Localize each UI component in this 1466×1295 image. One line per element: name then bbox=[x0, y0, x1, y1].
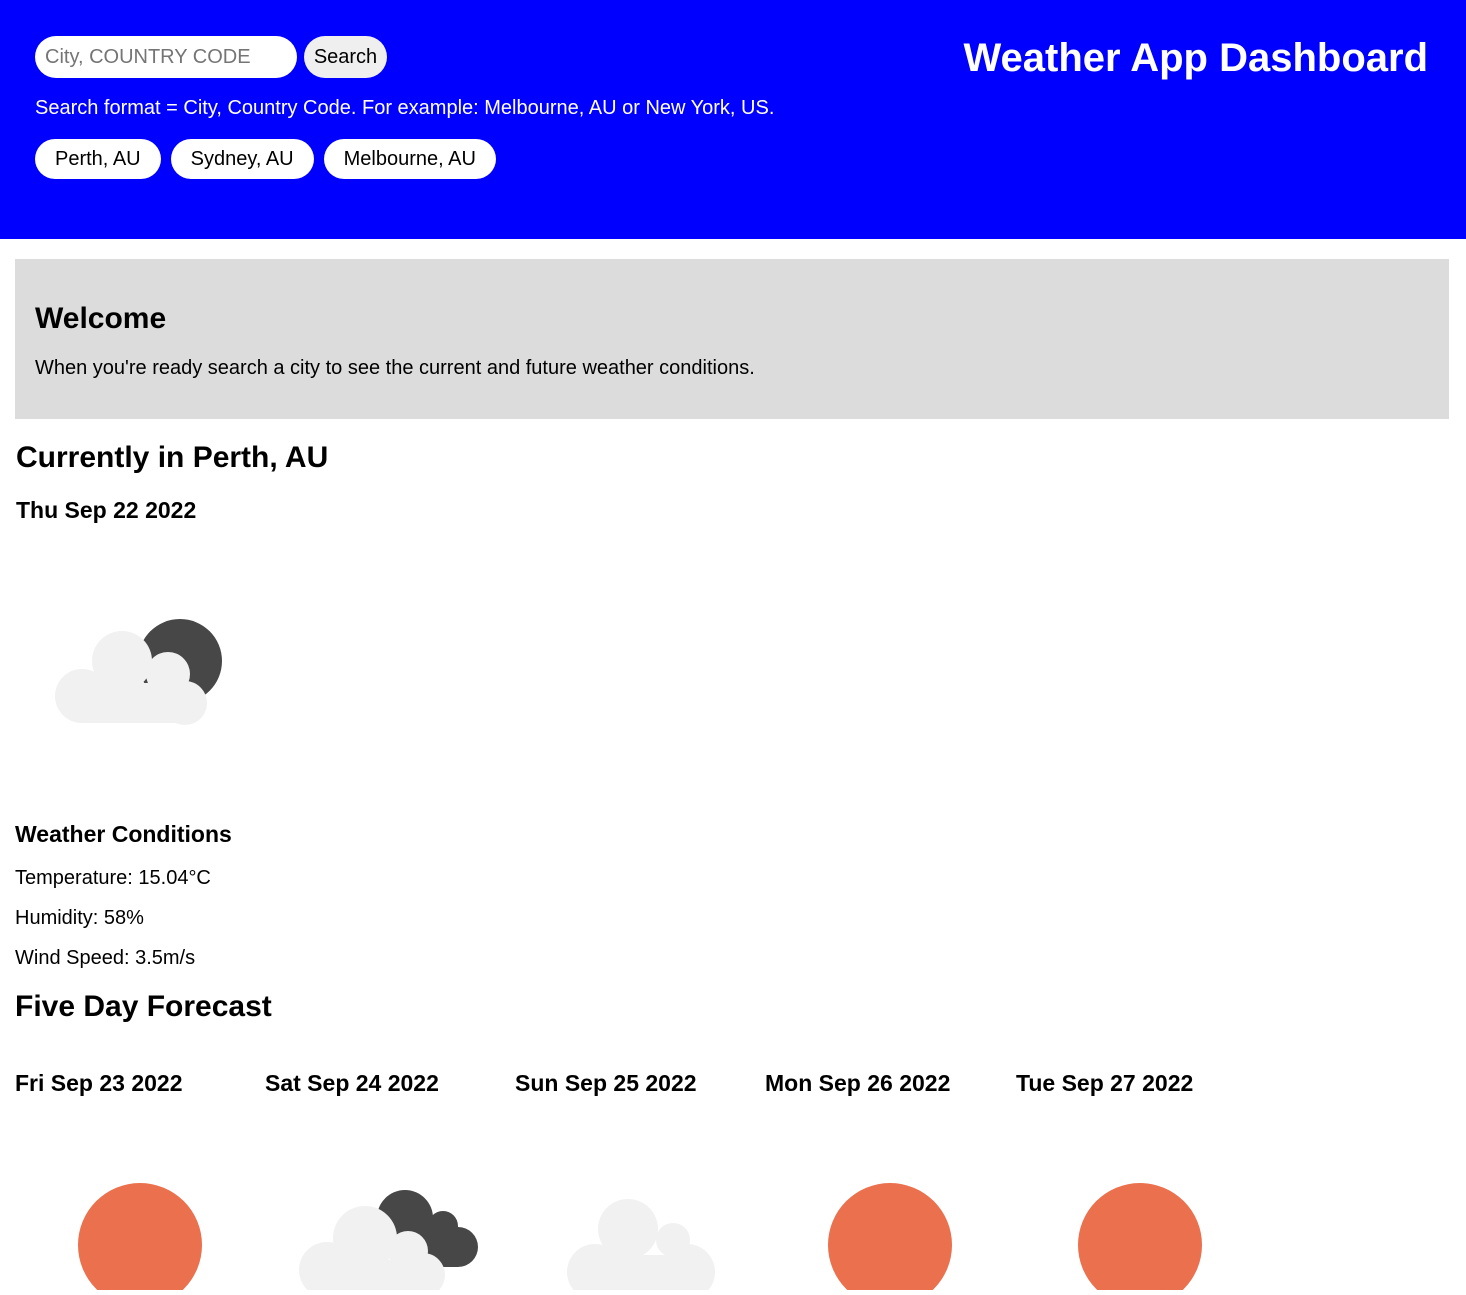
history-button-sydney[interactable]: Sydney, AU bbox=[170, 139, 314, 179]
sun-icon bbox=[15, 1170, 255, 1295]
forecast-card: Fri Sep 23 2022 bbox=[15, 1070, 255, 1295]
cloudy-icon bbox=[265, 1170, 505, 1295]
welcome-title: Welcome bbox=[35, 302, 167, 335]
wind-speed-value: Wind Speed: 3.5m/s bbox=[15, 947, 196, 969]
history-button-melbourne[interactable]: Melbourne, AU bbox=[323, 139, 496, 179]
welcome-panel: Welcome When you're ready search a city … bbox=[15, 259, 1449, 419]
temperature-value: Temperature: 15.04°C bbox=[15, 867, 211, 889]
welcome-text: When you're ready search a city to see t… bbox=[35, 357, 755, 379]
search-button[interactable]: Search bbox=[304, 36, 387, 78]
current-city-title: Currently in Perth, AU bbox=[16, 441, 329, 474]
search-format-hint: Search format = City, Country Code. For … bbox=[35, 97, 775, 119]
current-date: Thu Sep 22 2022 bbox=[16, 497, 197, 523]
forecast-card: Mon Sep 26 2022 bbox=[765, 1070, 1005, 1295]
sun-icon bbox=[1016, 1170, 1256, 1295]
weather-conditions-title: Weather Conditions bbox=[15, 821, 232, 847]
forecast-date: Sun Sep 25 2022 bbox=[515, 1070, 697, 1096]
humidity-value: Humidity: 58% bbox=[15, 907, 144, 929]
cloud-icon bbox=[515, 1170, 755, 1295]
forecast-date: Mon Sep 26 2022 bbox=[765, 1070, 951, 1096]
forecast-title: Five Day Forecast bbox=[15, 990, 272, 1023]
forecast-card: Tue Sep 27 2022 bbox=[1016, 1070, 1256, 1295]
search-input[interactable] bbox=[35, 36, 297, 78]
forecast-card: Sat Sep 24 2022 bbox=[265, 1070, 505, 1295]
partly-cloudy-night-icon bbox=[40, 593, 240, 758]
forecast-date: Tue Sep 27 2022 bbox=[1016, 1070, 1194, 1096]
search-history: Perth, AU Sydney, AU Melbourne, AU bbox=[35, 139, 496, 179]
sun-icon bbox=[765, 1170, 1005, 1295]
forecast-card: Sun Sep 25 2022 bbox=[515, 1070, 755, 1295]
app-title: Weather App Dashboard bbox=[963, 36, 1428, 80]
forecast-date: Sat Sep 24 2022 bbox=[265, 1070, 439, 1096]
app-header: Search Weather App Dashboard Search form… bbox=[0, 0, 1466, 239]
forecast-date: Fri Sep 23 2022 bbox=[15, 1070, 183, 1096]
history-button-perth[interactable]: Perth, AU bbox=[35, 139, 161, 179]
